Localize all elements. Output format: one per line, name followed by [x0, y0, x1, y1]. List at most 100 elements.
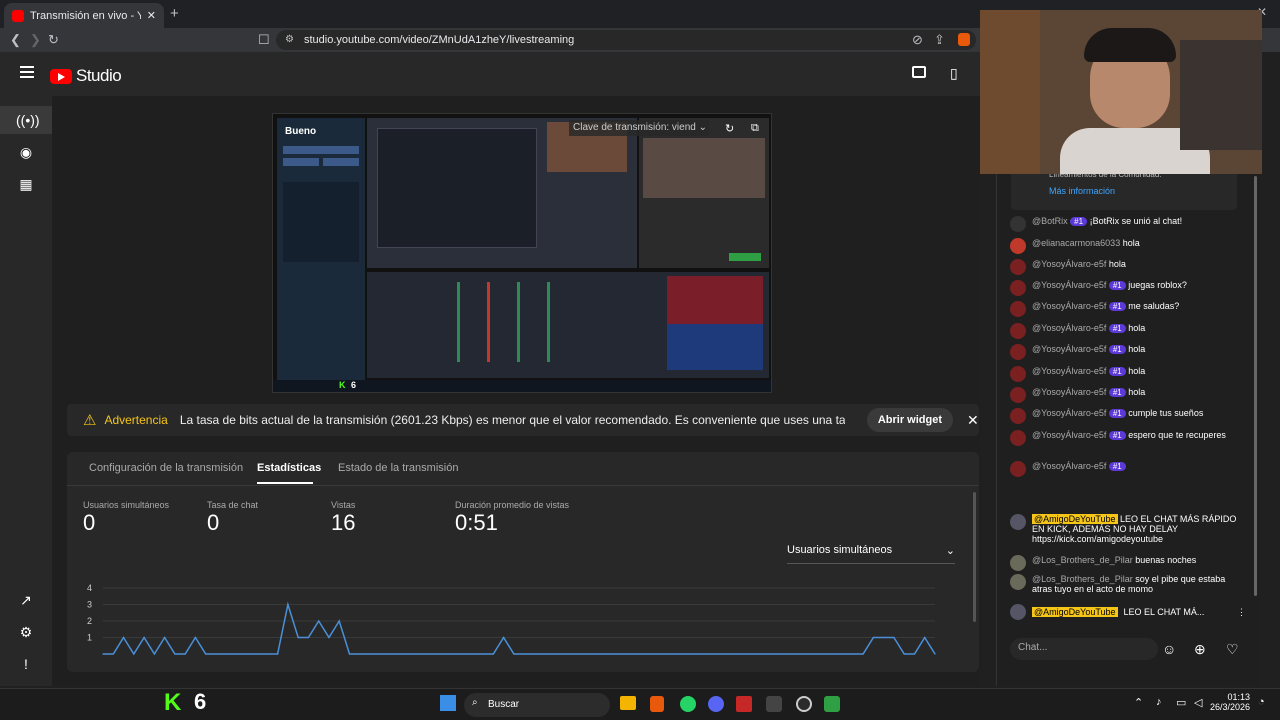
- chat-scrollbar[interactable]: [1254, 176, 1257, 596]
- back-icon[interactable]: ❮: [10, 32, 21, 48]
- chart-point: [677, 653, 679, 655]
- chevron-up-icon[interactable]: ⌃: [1134, 696, 1143, 709]
- chart-point: [112, 653, 114, 655]
- chat-message[interactable]: @elianacarmona6033 hola: [1010, 238, 1246, 254]
- chat-input[interactable]: Chat...: [1010, 638, 1158, 660]
- tab-stream-settings[interactable]: Configuración de la transmisión: [89, 462, 243, 474]
- studio-logo[interactable]: Studio: [50, 66, 122, 86]
- tab-statistics[interactable]: Estadísticas: [257, 462, 321, 474]
- chart-point: [164, 636, 166, 639]
- chat-message[interactable]: @YosoyÁlvaro-e5f #1 espero que te recupe…: [1010, 430, 1246, 446]
- save-bookmark-icon[interactable]: ▯: [950, 65, 958, 82]
- close-warning-icon[interactable]: ✕: [967, 412, 979, 429]
- chat-text: juegas roblox?: [1128, 280, 1187, 290]
- kick-count-small: 6: [351, 380, 357, 390]
- feedback-icon[interactable]: !: [16, 654, 36, 674]
- chat-message[interactable]: @YosoyÁlvaro-e5f #1 hola: [1010, 344, 1246, 360]
- calendar-icon[interactable]: ▦: [16, 174, 36, 194]
- external-link-icon[interactable]: ↗: [16, 590, 36, 610]
- network-icon[interactable]: ▭: [1176, 696, 1186, 709]
- chat-message[interactable]: @Los_Brothers_de_Pilar buenas noches: [1010, 555, 1246, 571]
- heart-icon[interactable]: ♡: [1226, 641, 1239, 658]
- youtube-logo-icon: [50, 68, 72, 84]
- bookmark-icon[interactable]: ☐: [258, 32, 270, 48]
- chat-guidelines-card: Lineamientos de la Comunidad. Más inform…: [1011, 170, 1237, 210]
- avatar: [1010, 555, 1026, 571]
- clock[interactable]: 01:13 26/3/2026: [1210, 692, 1250, 712]
- refresh-key-icon[interactable]: ↻: [725, 122, 734, 135]
- audio-meter: [457, 282, 460, 362]
- browser-tab[interactable]: Transmisión en vivo - YouTube ✕: [4, 3, 164, 28]
- notification-bell-icon[interactable]: ◔: [1258, 696, 1265, 708]
- chat-text: hola: [1128, 366, 1146, 376]
- file-explorer-icon[interactable]: [620, 696, 636, 710]
- avatar: [1010, 604, 1026, 620]
- obs-chat-window: [639, 118, 769, 268]
- chart-point: [554, 653, 556, 655]
- chat-message[interactable]: @Los_Brothers_de_Pilar soy el pibe que e…: [1010, 574, 1246, 594]
- settings-gear-icon[interactable]: ⚙: [16, 622, 36, 642]
- taskbar-search[interactable]: Buscar: [464, 693, 610, 717]
- new-tab-icon[interactable]: +: [170, 5, 179, 22]
- more-info-link[interactable]: Más información: [1049, 186, 1115, 196]
- brave-browser-icon[interactable]: [650, 696, 664, 712]
- chat-message[interactable]: @YosoyÁlvaro-e5f hola: [1010, 259, 1246, 275]
- forward-icon[interactable]: ❯: [30, 32, 41, 48]
- volume-icon[interactable]: ◁: [1194, 696, 1202, 709]
- chat-message[interactable]: @AmigoDeYouTube LEO EL CHAT MÁS RÁPIDO E…: [1010, 514, 1246, 544]
- chat-message[interactable]: @YosoyÁlvaro-e5f #1 hola: [1010, 323, 1246, 339]
- voicemeeter-icon[interactable]: [736, 696, 752, 712]
- url-input[interactable]: studio.youtube.com/video/ZMnUdA1zheY/liv…: [276, 30, 976, 50]
- chat-text: hola: [1128, 387, 1146, 397]
- microphone-icon[interactable]: ♪: [1156, 696, 1162, 708]
- add-icon[interactable]: ⊕: [1194, 641, 1206, 658]
- live-stream-icon[interactable]: ((•)): [16, 110, 40, 130]
- chat-message[interactable]: @YosoyÁlvaro-e5f #1 hola: [1010, 366, 1246, 382]
- stream-preview[interactable]: Bueno K 6 Clave de transmisión: viend ⌄ …: [272, 113, 772, 393]
- share-icon[interactable]: ⇪: [934, 32, 945, 48]
- app-icon[interactable]: [766, 696, 782, 712]
- hamburger-menu-icon[interactable]: [20, 66, 34, 81]
- chat-message[interactable]: @YosoyÁlvaro-e5f #1 me saludas?: [1010, 301, 1246, 317]
- brave-shield-icon[interactable]: [958, 33, 970, 46]
- chart-point: [780, 653, 782, 655]
- chart-point: [287, 603, 289, 606]
- chart-point: [184, 653, 186, 655]
- more-options-icon[interactable]: ⋮: [1237, 607, 1246, 618]
- chat-message[interactable]: @YosoyÁlvaro-e5f #1 juegas roblox?: [1010, 280, 1246, 296]
- open-widget-button[interactable]: Abrir widget: [866, 408, 953, 432]
- obs-icon[interactable]: [796, 696, 812, 712]
- chart-point: [153, 653, 155, 655]
- chart-point: [934, 653, 936, 655]
- eye-off-icon[interactable]: ⊘: [912, 32, 923, 48]
- camera-icon[interactable]: ◉: [16, 142, 36, 162]
- panel-scrollbar[interactable]: [973, 492, 976, 622]
- emoji-icon[interactable]: ☺: [1162, 641, 1176, 657]
- stream-key-select[interactable]: Clave de transmisión: viend ⌄: [569, 120, 709, 136]
- stat-value: 0:51: [455, 510, 498, 535]
- chart-y-tick: 2: [87, 616, 92, 626]
- chat-message[interactable]: @YosoyÁlvaro-e5f #1: [1010, 461, 1246, 477]
- chat-message[interactable]: @YosoyÁlvaro-e5f #1 hola: [1010, 387, 1246, 403]
- windows-start-icon[interactable]: [440, 695, 456, 711]
- site-info-icon[interactable]: ⚙: [285, 34, 294, 45]
- taskbar-search-label: Buscar: [488, 699, 520, 710]
- stat-concurrent-viewers: Usuarios simultáneos 0: [83, 500, 169, 536]
- tab-stream-health[interactable]: Estado de la transmisión: [338, 462, 458, 474]
- clapper-icon[interactable]: [912, 66, 926, 78]
- reload-icon[interactable]: ↻: [48, 32, 59, 48]
- close-tab-icon[interactable]: ✕: [147, 9, 156, 22]
- discord-icon[interactable]: [708, 696, 724, 712]
- whatsapp-icon[interactable]: [680, 696, 696, 712]
- chart-point: [420, 653, 423, 655]
- pinned-chat-message[interactable]: @AmigoDeYouTube LEO EL CHAT MÁ... ⋮: [1010, 604, 1246, 620]
- chart-point: [698, 653, 700, 655]
- chart-metric-select[interactable]: Usuarios simultáneos ⌄: [787, 544, 955, 564]
- copy-key-icon[interactable]: ⧉: [751, 122, 759, 135]
- green-app-icon[interactable]: [824, 696, 840, 712]
- chat-message[interactable]: @YosoyÁlvaro-e5f #1 cumple tus sueños: [1010, 408, 1246, 424]
- member-badge: #1: [1108, 431, 1126, 440]
- chart-point: [615, 653, 618, 655]
- inner-taskbar: K 6: [273, 380, 771, 392]
- chat-message[interactable]: @BotRix #1 ¡BotRix se unió al chat!: [1010, 216, 1246, 232]
